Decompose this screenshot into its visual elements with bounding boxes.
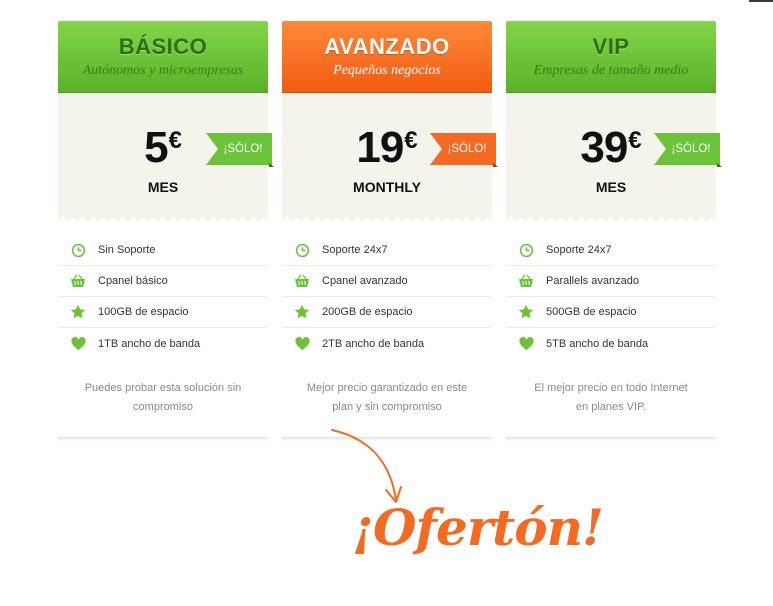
feature-list: Sin Soporte Cpanel básico 100GB de espac… (58, 235, 268, 359)
clock-icon (518, 242, 534, 258)
feature-label: 500GB de espacio (546, 306, 637, 318)
feature-label: Cpanel avanzado (322, 275, 408, 287)
price-period: MES (595, 179, 627, 195)
basket-icon (294, 273, 310, 289)
card-shadow (58, 437, 268, 441)
plan-subtitle: Pequeños negocios (333, 63, 441, 78)
price-currency: € (628, 127, 642, 154)
basket-icon (70, 273, 86, 289)
clock-icon (294, 242, 310, 258)
plan-subtitle: Empresas de tamaño medio (533, 63, 689, 78)
plan-subtitle: Autónomos y microempresas (82, 63, 244, 78)
plan-header: BÁSICO Autónomos y microempresas (58, 21, 268, 93)
heart-icon (518, 336, 534, 352)
list-item: Cpanel avanzado (282, 266, 492, 297)
list-item: Sin Soporte (58, 235, 268, 266)
promo-headline: ¡Ofertón! (352, 498, 604, 557)
price-amount: 39 (580, 123, 628, 172)
badge-label: ¡SÓLO! (206, 133, 272, 165)
feature-label: 2TB ancho de banda (322, 337, 425, 350)
plan-card-avanzado: AVANZADO Pequeños negocios 19€ MONTHLY S… (282, 21, 498, 441)
price-amount: 19 (356, 123, 404, 172)
feature-label: 1TB ancho de banda (98, 337, 201, 350)
price-period: MONTHLY (353, 179, 421, 195)
list-item: 500GB de espacio (506, 297, 716, 328)
heart-icon (70, 336, 86, 352)
feature-label: Sin Soporte (98, 244, 156, 256)
plan-description: El mejor precio en todo Internet en plan… (534, 382, 688, 413)
plan-name: VIP (592, 34, 630, 59)
list-item: 200GB de espacio (282, 297, 492, 328)
list-item: Parallels avanzado (506, 266, 716, 297)
plan-header: VIP Empresas de tamaño medio (506, 21, 716, 93)
list-item: Soporte 24x7 (282, 235, 492, 266)
plan-description: Mejor precio garantizado en este plan y … (306, 382, 468, 413)
price-amount: 5 (144, 123, 169, 172)
list-item: 100GB de espacio (58, 297, 268, 328)
list-item: Soporte 24x7 (506, 235, 716, 266)
feature-label: Parallels avanzado (546, 275, 639, 287)
feature-label: Soporte 24x7 (322, 244, 388, 256)
list-item: Cpanel básico (58, 266, 268, 297)
feature-label: Soporte 24x7 (546, 244, 612, 256)
solo-badge: ¡SÓLO! (206, 133, 274, 167)
solo-badge: ¡SÓLO! (430, 133, 498, 167)
heart-icon (294, 336, 310, 352)
feature-label: 5TB ancho de banda (546, 337, 649, 350)
top-divider (0, 0, 773, 2)
feature-label: Cpanel básico (98, 275, 168, 287)
plan-name: AVANZADO (324, 34, 450, 59)
feature-list: Soporte 24x7 Parallels avanzado 500GB de… (506, 235, 716, 359)
star-icon (294, 304, 310, 320)
price-period: MES (147, 179, 179, 195)
list-item: 2TB ancho de banda (282, 328, 492, 359)
price-currency: € (168, 127, 182, 154)
feature-label: 100GB de espacio (98, 306, 189, 318)
list-item: 1TB ancho de banda (58, 328, 268, 359)
basket-icon (518, 273, 534, 289)
clock-icon (70, 242, 86, 258)
solo-badge: ¡SÓLO! (654, 133, 722, 167)
badge-label: ¡SÓLO! (430, 133, 496, 165)
curved-arrow-icon (331, 429, 402, 503)
plan-header: AVANZADO Pequeños negocios (282, 21, 492, 93)
card-shadow (506, 437, 716, 441)
star-icon (518, 304, 534, 320)
price-currency: € (404, 127, 418, 154)
star-icon (70, 304, 86, 320)
feature-label: 200GB de espacio (322, 306, 413, 318)
plan-card-basico: BÁSICO Autónomos y microempresas 5€ MES … (58, 21, 274, 441)
plan-name: BÁSICO (118, 34, 208, 59)
plan-card-vip: VIP Empresas de tamaño medio 39€ MES Sop… (506, 21, 722, 441)
badge-label: ¡SÓLO! (654, 133, 720, 165)
feature-list: Soporte 24x7 Cpanel avanzado 200GB de es… (282, 235, 492, 359)
plan-description: Puedes probar esta solución sin compromi… (84, 382, 242, 413)
list-item: 5TB ancho de banda (506, 328, 716, 359)
